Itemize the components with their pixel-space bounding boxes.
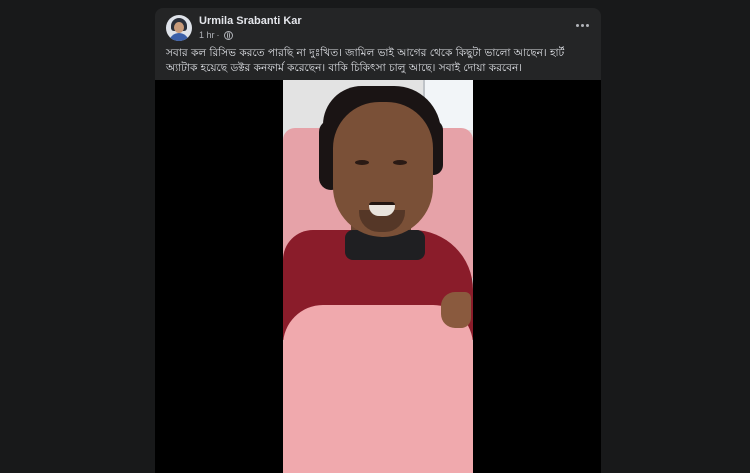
post-timestamp[interactable]: 1 hr	[199, 30, 215, 40]
more-options-button[interactable]	[573, 19, 591, 31]
meta-separator: ·	[216, 30, 220, 40]
post-card: Urmila Srabanti Kar 1 hr · সবার কল রিসিভ…	[155, 8, 601, 473]
author-name[interactable]: Urmila Srabanti Kar	[199, 15, 302, 27]
author-avatar[interactable]	[166, 15, 192, 41]
post-photo[interactable]	[283, 80, 473, 473]
post-meta: 1 hr ·	[199, 30, 233, 40]
post-media[interactable]	[155, 80, 601, 473]
globe-icon[interactable]	[223, 30, 233, 40]
post-header: Urmila Srabanti Kar 1 hr ·	[155, 8, 601, 44]
post-caption: সবার কল রিসিভ করতে পারছি না দুঃখিত। জামি…	[166, 47, 565, 74]
more-horizontal-icon	[575, 23, 579, 27]
